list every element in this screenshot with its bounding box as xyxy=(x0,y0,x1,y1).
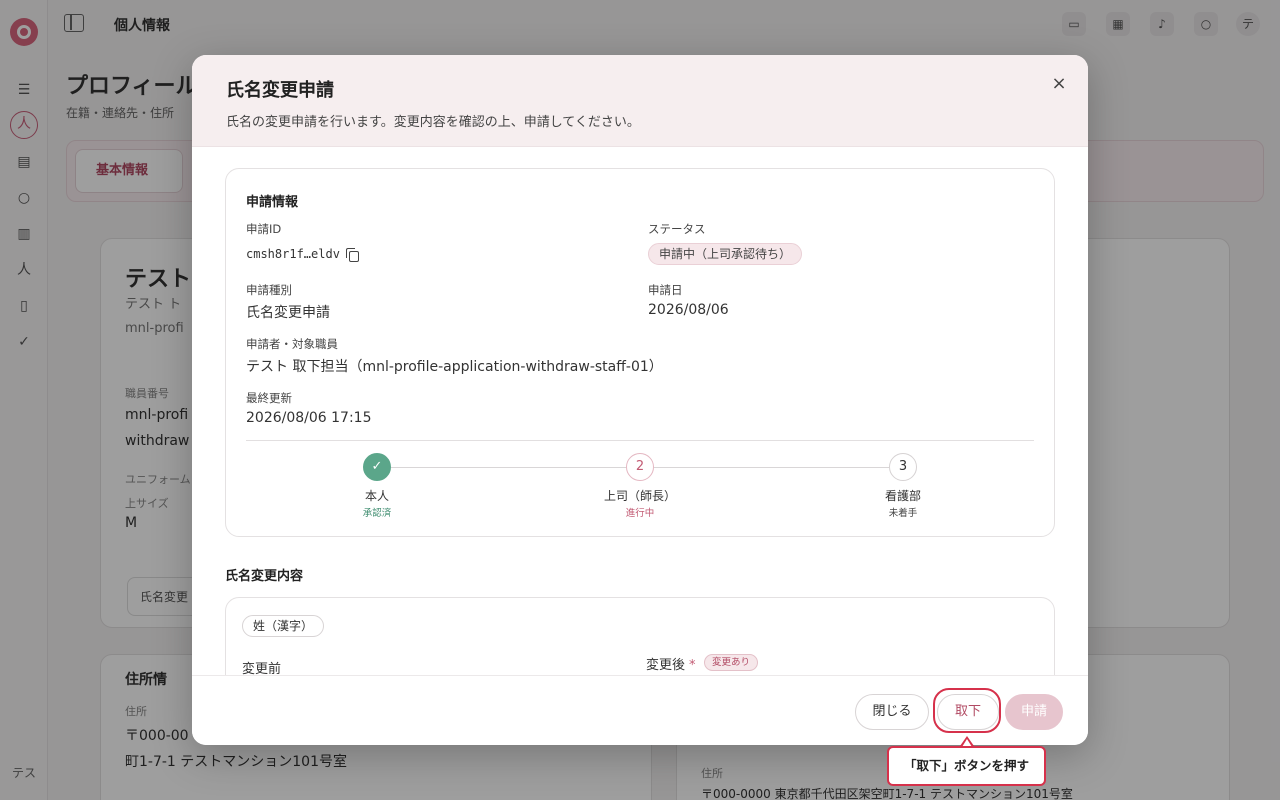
change-section-title: 氏名変更内容 xyxy=(225,569,304,584)
application-id-value: cmsh8r1f…eldv xyxy=(246,247,340,261)
step-connector-2 xyxy=(654,467,889,468)
callout-arrow xyxy=(960,736,974,747)
dialog-description: 氏名の変更申請を行います。変更内容を確認の上、申請してください。 xyxy=(226,115,640,130)
application-type-value: 氏名変更申請 xyxy=(246,305,330,321)
before-label: 変更前 xyxy=(242,662,282,675)
application-date-value: 2026/08/06 xyxy=(648,302,729,318)
close-button[interactable]: 閉じる xyxy=(855,694,929,730)
status-label: ステータス xyxy=(648,222,706,236)
close-icon[interactable]: × xyxy=(1048,73,1070,95)
dialog-body[interactable]: 申請情報 申請ID cmsh8r1f…eldv ステータス 申請中（上司承認待ち… xyxy=(192,147,1088,675)
apply-button: 申請 xyxy=(1005,694,1063,730)
step-1-name: 本人 xyxy=(364,489,389,503)
applicant-value: テスト 取下担当（mnl-profile-application-withdra… xyxy=(246,359,663,375)
after-label: 変更後 xyxy=(646,658,686,673)
last-updated-label: 最終更新 xyxy=(246,391,292,405)
status-badge: 申請中（上司承認待ち） xyxy=(648,243,803,265)
step-connector-1 xyxy=(391,467,626,468)
dialog-header: 氏名変更申請 氏名の変更申請を行います。変更内容を確認の上、申請してください。 … xyxy=(192,55,1088,147)
step-3-name: 看護部 xyxy=(884,489,921,503)
name-change-card: 姓（漢字） 変更前 変更後 * 変更あり xyxy=(225,597,1055,675)
application-id-label: 申請ID xyxy=(246,222,282,236)
withdraw-highlight-ring xyxy=(933,688,1001,733)
last-updated-value: 2026/08/06 17:15 xyxy=(246,410,372,426)
field-name-badge: 姓（漢字） xyxy=(242,615,325,637)
step-2-name: 上司（師長） xyxy=(603,489,676,503)
required-mark: * xyxy=(689,658,696,673)
info-divider xyxy=(246,440,1034,441)
step-3-marker: 3 xyxy=(889,453,917,481)
after-label-row: 変更後 * xyxy=(646,654,696,673)
step-1-check-icon: ✓ xyxy=(363,453,391,481)
application-date-label: 申請日 xyxy=(648,283,683,297)
copy-icon[interactable] xyxy=(346,248,359,262)
application-info-card: 申請情報 申請ID cmsh8r1f…eldv ステータス 申請中（上司承認待ち… xyxy=(225,168,1055,537)
dialog-title: 氏名変更申請 xyxy=(226,80,334,101)
step-1-state: 承認済 xyxy=(362,508,392,519)
name-change-dialog: 氏名変更申請 氏名の変更申請を行います。変更内容を確認の上、申請してください。 … xyxy=(192,55,1088,745)
info-section-title: 申請情報 xyxy=(246,195,299,210)
instruction-callout: 「取下」ボタンを押す xyxy=(887,746,1046,786)
step-3-state: 未着手 xyxy=(888,508,918,519)
changed-badge: 変更あり xyxy=(704,654,759,671)
step-2-marker: 2 xyxy=(626,453,654,481)
application-type-label: 申請種別 xyxy=(246,283,292,297)
applicant-label: 申請者・対象職員 xyxy=(246,337,338,351)
step-2-state: 進行中 xyxy=(625,508,655,519)
